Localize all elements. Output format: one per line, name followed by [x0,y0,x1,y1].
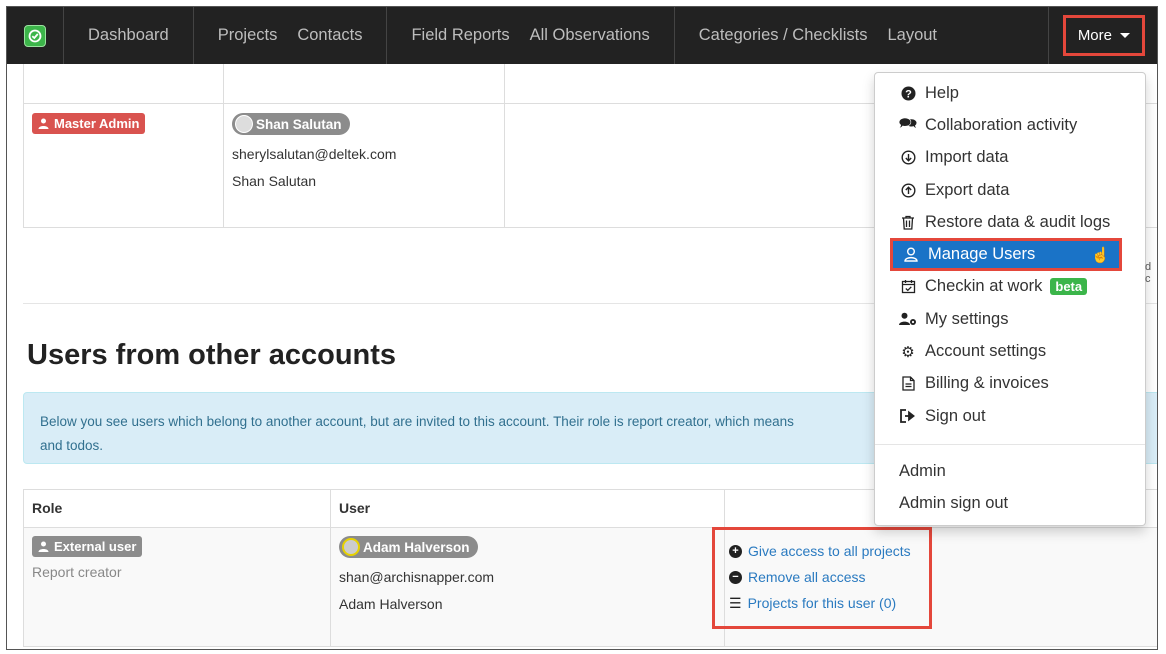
user-pill-name: Adam Halverson [363,539,470,555]
menu-item-label: Export data [925,180,1010,199]
nav-dashboard[interactable]: Dashboard [78,26,179,45]
svg-text:?: ? [905,88,912,100]
more-menu-button[interactable]: More [1062,15,1145,56]
nav-group-projects: Projects Contacts [194,7,388,64]
menu-item-label: Admin [899,461,946,480]
role-cell: External user Report creator [24,528,331,646]
user-outline-icon [902,247,920,262]
menu-item-label: Account settings [925,342,1047,361]
file-text-icon [899,376,917,391]
user-pill[interactable]: Shan Salutan [232,113,350,135]
header-role: Role [24,490,331,527]
menu-item-export-data[interactable]: Export data [875,174,1145,206]
nav-all-observations[interactable]: All Observations [520,26,660,45]
menu-item-manage-users[interactable]: Manage Users ☝ [890,238,1122,271]
menu-item-admin-sign-out[interactable]: Admin sign out [875,488,1145,520]
caret-down-icon [1120,33,1130,38]
app-window: Dashboard Projects Contacts Field Report… [6,6,1158,650]
user-full-name: Shan Salutan [232,173,317,189]
menu-item-label: Manage Users [928,245,1036,264]
avatar [235,115,253,133]
user-icon [38,541,49,552]
header-user: User [331,490,725,527]
sign-out-icon [899,409,917,424]
user-icon [38,118,49,129]
menu-item-label: Import data [925,148,1009,167]
give-access-all-projects-link[interactable]: + Give access to all projects [729,538,915,564]
user-email: sherylsalutan@deltek.com [232,146,397,162]
section-heading: Users from other accounts [27,339,397,371]
cell-empty-2 [224,64,505,103]
role-cell: Master Admin [24,104,224,227]
beta-badge: beta [1050,278,1088,296]
hand-cursor-icon: ☝ [1091,246,1110,264]
avatar [342,538,360,556]
menu-item-label: Sign out [925,406,986,425]
menu-item-label: Collaboration activity [925,115,1078,134]
menu-item-label: Billing & invoices [925,374,1049,393]
more-label: More [1077,27,1112,44]
nav-more-wrap: More [1047,7,1157,64]
trash-icon [899,215,917,230]
menu-item-collaboration-activity[interactable]: 🗪 Collaboration activity [875,109,1145,141]
menu-item-account-settings[interactable]: ⚙ Account settings [875,335,1145,367]
more-dropdown-menu: ? Help 🗪 Collaboration activity Import d… [874,72,1146,526]
menu-item-help[interactable]: ? Help [875,77,1145,109]
nav-layout[interactable]: Layout [877,26,947,45]
list-icon: ☰ [729,594,742,611]
role-badge-external-user: External user [32,536,143,557]
nav-group-dashboard: Dashboard [64,7,194,64]
projects-for-user-label: Projects for this user (0) [747,595,897,611]
give-access-label: Give access to all projects [748,543,911,559]
menu-item-import-data[interactable]: Import data [875,142,1145,174]
table-row: External user Report creator Adam Halver… [24,528,1157,646]
gear-icon: ⚙ [901,343,915,361]
menu-item-admin[interactable]: Admin [875,455,1145,487]
menu-item-label: Restore data & audit logs [925,212,1111,231]
user-pill-name: Shan Salutan [256,116,342,132]
user-cell: Shan Salutan sherylsalutan@deltek.com Sh… [224,104,505,227]
user-pill[interactable]: Adam Halverson [339,536,478,558]
menu-item-label: Admin sign out [899,494,1009,513]
menu-item-my-settings[interactable]: My settings [875,303,1145,335]
top-navbar: Dashboard Projects Contacts Field Report… [7,7,1157,64]
role-badge-label: Master Admin [54,116,140,131]
menu-item-billing-invoices[interactable]: Billing & invoices [875,368,1145,400]
nav-field-reports[interactable]: Field Reports [401,26,519,45]
remove-all-access-link[interactable]: − Remove all access [729,564,915,590]
plus-circle-icon: + [729,544,742,558]
app-logo[interactable] [7,7,64,64]
user-actions-highlight: + Give access to all projects − Remove a… [712,527,932,629]
user-full-name: Adam Halverson [339,596,443,612]
menu-item-restore-data[interactable]: Restore data & audit logs [875,206,1145,238]
menu-item-label: Help [925,83,959,102]
role-subtitle: Report creator [32,564,122,580]
role-badge-label: External user [54,539,137,554]
nav-projects[interactable]: Projects [208,26,288,45]
menu-item-checkin-at-work[interactable]: Checkin at work beta [875,271,1145,303]
nav-group-reports: Field Reports All Observations [387,7,675,64]
arrow-down-circle-icon [899,150,917,165]
minus-circle-icon: − [729,570,742,584]
logo-check-icon [24,24,46,47]
menu-divider [875,444,1145,446]
nav-group-settings: Categories / Checklists Layout [675,7,961,64]
remove-access-label: Remove all access [748,569,866,585]
projects-for-user-link[interactable]: ☰ Projects for this user (0) [729,590,915,616]
nav-contacts[interactable]: Contacts [287,26,372,45]
user-cog-icon [899,312,917,326]
role-badge-master-admin: Master Admin [32,113,146,134]
question-circle-icon: ? [899,86,917,101]
menu-item-label: Checkin at work [925,277,1043,296]
cell-empty-1 [24,64,224,103]
menu-item-sign-out[interactable]: Sign out [875,400,1145,432]
user-email: shan@archisnapper.com [339,569,495,585]
comments-icon: 🗪 [898,114,918,132]
arrow-up-circle-icon [899,183,917,198]
clipped-text: d c [1145,261,1152,285]
menu-item-label: My settings [925,309,1009,328]
calendar-check-icon [899,279,917,294]
nav-categories-checklists[interactable]: Categories / Checklists [689,26,878,45]
user-cell: Adam Halverson shan@archisnapper.com Ada… [331,528,725,646]
